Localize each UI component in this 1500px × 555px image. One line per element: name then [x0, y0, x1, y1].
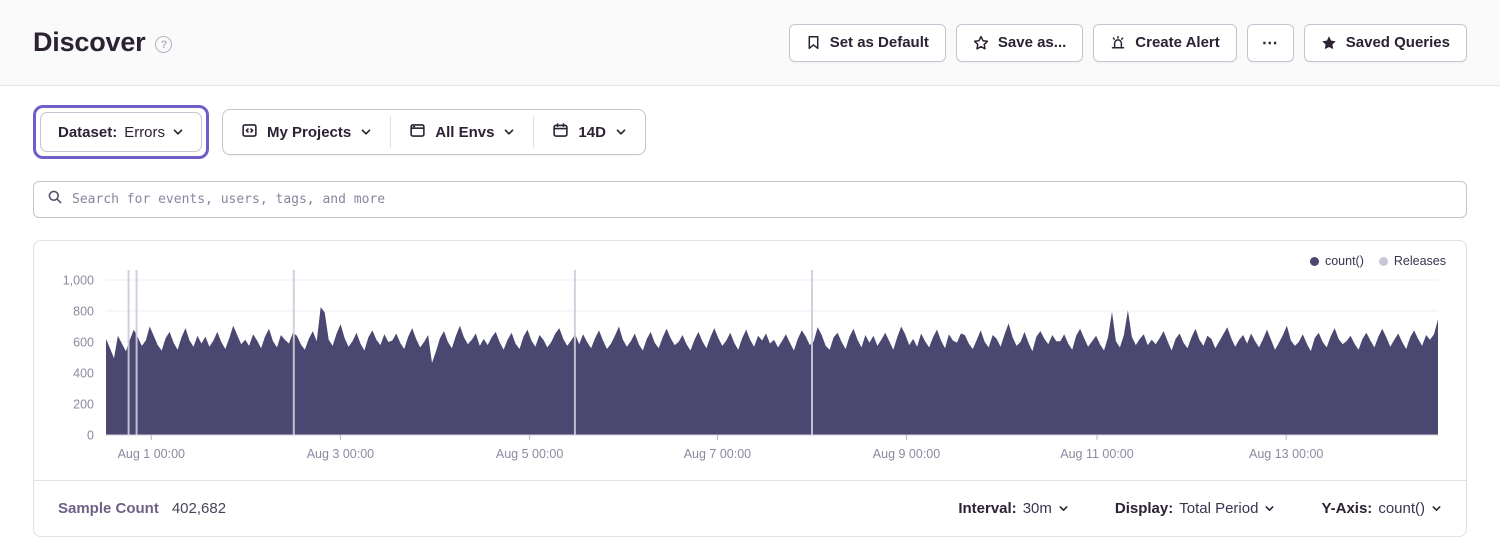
button-label: Set as Default — [830, 34, 929, 51]
interval-label: Interval: — [958, 500, 1016, 517]
chart-legend: count() Releases — [1310, 254, 1446, 268]
display-label: Display: — [1115, 500, 1173, 517]
svg-text:400: 400 — [73, 367, 94, 381]
date-range-filter[interactable]: 14D — [534, 110, 645, 154]
chevron-down-icon — [1058, 503, 1069, 514]
project-filter-label: My Projects — [267, 124, 351, 141]
chevron-down-icon — [615, 126, 627, 138]
svg-text:200: 200 — [73, 398, 94, 412]
environment-filter[interactable]: All Envs — [391, 110, 533, 154]
page-title: Discover — [33, 27, 145, 58]
chevron-down-icon — [360, 126, 372, 138]
help-icon[interactable]: ? — [155, 36, 172, 53]
svg-text:1,000: 1,000 — [63, 274, 94, 288]
svg-text:800: 800 — [73, 305, 94, 319]
legend-item-count[interactable]: count() — [1310, 254, 1364, 268]
dataset-value: Errors — [124, 124, 165, 141]
display-dropdown[interactable]: Display: Total Period — [1115, 500, 1276, 517]
series-dot-icon — [1379, 257, 1388, 266]
chevron-down-icon — [503, 126, 515, 138]
projects-icon — [241, 122, 258, 143]
dataset-tour-highlight: Dataset: Errors — [33, 105, 209, 159]
chart-controls: Interval: 30m Display: Total Period — [958, 500, 1442, 517]
more-options-button[interactable]: ⋯ — [1247, 24, 1294, 62]
save-as-button[interactable]: Save as... — [956, 24, 1083, 62]
yaxis-value: count() — [1378, 500, 1425, 517]
bookmark-icon — [806, 35, 821, 50]
legend-item-releases[interactable]: Releases — [1379, 254, 1446, 268]
date-range-label: 14D — [578, 124, 606, 141]
dataset-label: Dataset: — [58, 124, 117, 141]
ellipsis-icon: ⋯ — [1262, 33, 1279, 53]
legend-label: count() — [1325, 254, 1364, 268]
project-filter[interactable]: My Projects — [223, 110, 390, 154]
svg-text:Aug 9 00:00: Aug 9 00:00 — [873, 447, 940, 461]
header-actions: Set as Default Save as... — [789, 24, 1467, 62]
environment-filter-label: All Envs — [435, 124, 494, 141]
sample-count-value: 402,682 — [172, 500, 226, 517]
chevron-down-icon — [172, 126, 184, 138]
chevron-down-icon — [1264, 503, 1275, 514]
svg-text:0: 0 — [87, 429, 94, 443]
star-filled-icon — [1321, 35, 1337, 51]
svg-text:Aug 13 00:00: Aug 13 00:00 — [1249, 447, 1323, 461]
siren-icon — [1110, 35, 1126, 51]
series-dot-icon — [1310, 257, 1319, 266]
events-chart[interactable]: 0 200 400 600 800 1,000 Aug 1 00:00 Aug 3 00:00… — [34, 241, 1466, 475]
svg-text:Aug 3 00:00: Aug 3 00:00 — [307, 447, 374, 461]
legend-label: Releases — [1394, 254, 1446, 268]
saved-queries-button[interactable]: Saved Queries — [1304, 24, 1467, 62]
svg-text:Aug 5 00:00: Aug 5 00:00 — [496, 447, 563, 461]
discover-page: Discover ? Set as Default Save as... — [0, 0, 1500, 555]
main-content: Dataset: Errors My — [0, 105, 1500, 537]
chart-footer: Sample Count 402,682 Interval: 30m Displ… — [34, 480, 1466, 536]
set-as-default-button[interactable]: Set as Default — [789, 24, 946, 62]
star-outline-icon — [973, 35, 989, 51]
display-value: Total Period — [1179, 500, 1258, 517]
yaxis-dropdown[interactable]: Y-Axis: count() — [1321, 500, 1442, 517]
calendar-icon — [552, 122, 569, 143]
svg-text:Aug 1 00:00: Aug 1 00:00 — [118, 447, 185, 461]
yaxis-label: Y-Axis: — [1321, 500, 1372, 517]
filter-bar: Dataset: Errors My — [33, 105, 1467, 159]
sample-count: Sample Count 402,682 — [58, 500, 226, 517]
search-icon — [47, 189, 63, 210]
interval-value: 30m — [1023, 500, 1052, 517]
button-label: Save as... — [998, 34, 1066, 51]
button-label: Create Alert — [1135, 34, 1219, 51]
page-header: Discover ? Set as Default Save as... — [0, 0, 1500, 86]
create-alert-button[interactable]: Create Alert — [1093, 24, 1236, 62]
svg-text:600: 600 — [73, 336, 94, 350]
window-icon — [409, 122, 426, 143]
svg-text:Aug 7 00:00: Aug 7 00:00 — [684, 447, 751, 461]
button-label: Saved Queries — [1346, 34, 1450, 51]
page-filters-group: My Projects All Envs — [222, 109, 646, 155]
sample-count-label: Sample Count — [58, 500, 159, 517]
events-chart-panel: count() Releases 0 200 400 600 800 1,000 Aug 1… — [33, 240, 1467, 537]
interval-dropdown[interactable]: Interval: 30m — [958, 500, 1069, 517]
svg-text:Aug 11 00:00: Aug 11 00:00 — [1060, 447, 1133, 461]
dataset-selector[interactable]: Dataset: Errors — [40, 112, 202, 152]
search-bar — [33, 181, 1467, 218]
search-input[interactable] — [72, 192, 1453, 207]
chevron-down-icon — [1431, 503, 1442, 514]
